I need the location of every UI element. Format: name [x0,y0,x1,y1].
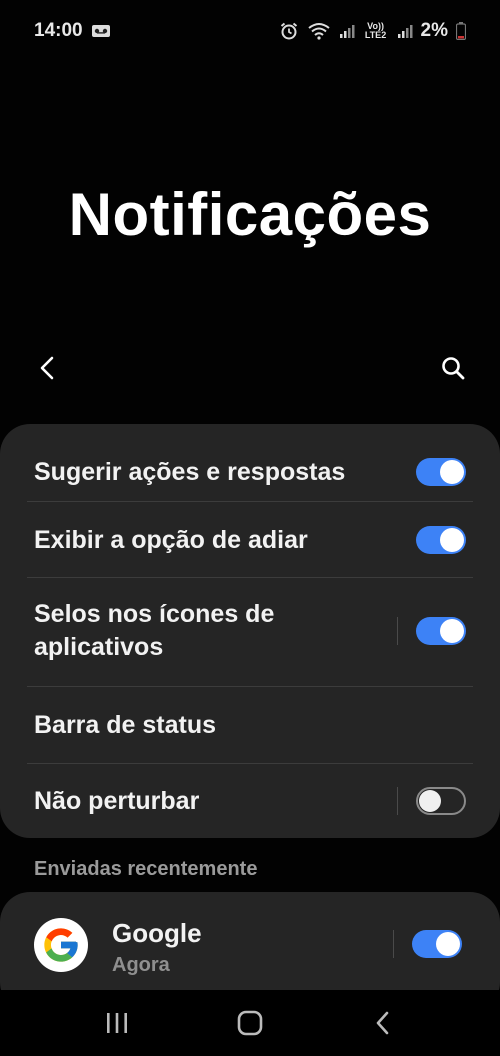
signal-icon [339,23,355,39]
do-not-disturb-toggle[interactable] [416,787,466,815]
setting-do-not-disturb[interactable]: Não perturbar [34,775,466,827]
separator [397,787,398,815]
settings-card: Sugerir ações e respostas Exibir a opção… [0,424,500,838]
recent-section-header: Enviadas recentemente [34,858,258,880]
chevron-left-icon [40,356,54,380]
toolbar [0,345,500,391]
back-icon [377,1011,389,1035]
setting-suggest-actions[interactable]: Sugerir ações e respostas [34,446,466,498]
lte-indicator: Vo)) LTE2 [364,21,387,40]
setting-label: Sugerir ações e respostas [34,457,346,486]
nav-back-button[interactable] [363,1003,403,1043]
notifications-screen: 14:00 Vo)) LTE2 2% Notificações Sugerir … [0,0,500,1056]
home-icon [237,1010,263,1036]
setting-label: Barra de status [34,710,217,739]
separator [397,617,398,645]
setting-snooze-option[interactable]: Exibir a opção de adiar [34,514,466,566]
battery-percent: 2% [420,20,448,41]
search-button[interactable] [436,351,470,385]
setting-app-icon-badges[interactable]: Selos nos ícones de aplicativos [34,596,466,666]
recents-button[interactable] [97,1003,137,1043]
setting-label: Exibir a opção de adiar [34,525,308,554]
divider [27,763,473,764]
search-icon [442,357,465,380]
voicemail-icon [91,23,111,39]
setting-status-bar[interactable]: Barra de status [34,699,466,751]
status-bar: 14:00 Vo)) LTE2 2% [0,0,500,62]
suggest-actions-toggle[interactable] [416,458,466,486]
app-name: Google [112,918,202,948]
recents-icon [106,1013,127,1033]
wifi-icon [307,22,331,40]
alarm-icon [279,21,299,41]
navigation-bar [0,990,500,1056]
setting-label: Não perturbar [34,786,200,815]
snooze-option-toggle[interactable] [416,526,466,554]
app-time: Agora [112,954,170,976]
google-icon [34,918,88,972]
divider [27,686,473,687]
divider [27,577,473,578]
back-button[interactable] [30,351,64,385]
divider [27,501,473,502]
status-time: 14:00 [34,20,83,41]
page-title: Notificações [68,181,432,248]
home-button[interactable] [230,1003,270,1043]
app-icon-badges-toggle[interactable] [416,617,466,645]
google-notifications-toggle[interactable] [412,930,462,958]
setting-label: Selos nos ícones de aplicativos [34,600,275,661]
battery-icon [456,22,466,40]
separator [393,930,394,958]
signal-icon-2 [397,23,413,39]
